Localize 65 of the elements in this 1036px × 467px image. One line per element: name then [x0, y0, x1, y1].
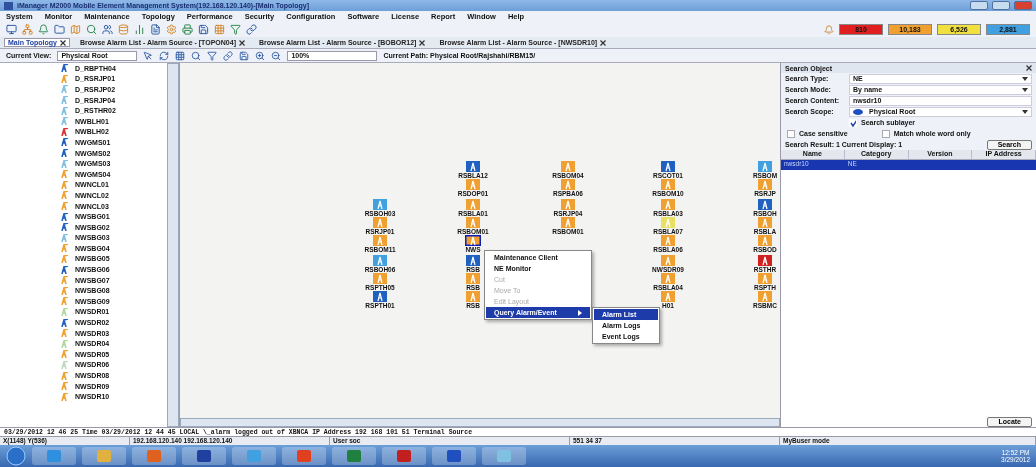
grid-icon[interactable] [214, 24, 225, 35]
link-icon[interactable] [223, 50, 234, 61]
app-icon [447, 450, 461, 462]
pointer-icon[interactable] [143, 50, 154, 61]
users-icon[interactable] [102, 24, 113, 35]
zoom-in-icon[interactable] [255, 50, 266, 61]
save-icon[interactable] [198, 24, 209, 35]
close-icon[interactable] [1026, 65, 1032, 71]
save-icon[interactable] [239, 50, 250, 61]
bell-icon[interactable] [824, 24, 834, 35]
ne-icon[interactable] [465, 255, 481, 266]
map-icon[interactable] [70, 24, 81, 35]
globe-icon [853, 108, 863, 115]
close-icon[interactable] [239, 39, 245, 46]
checkbox[interactable] [787, 129, 795, 138]
app-icon [497, 450, 511, 462]
app-icon [197, 450, 211, 462]
app-icon [47, 450, 61, 462]
taskbar-app[interactable] [332, 447, 376, 465]
zoom-out-icon[interactable] [271, 50, 282, 61]
ne-icon[interactable] [757, 255, 773, 266]
search-icon[interactable] [191, 50, 202, 61]
checkbox[interactable] [881, 129, 890, 138]
bell-icon[interactable] [38, 24, 49, 35]
app-icon [147, 450, 161, 462]
caret-icon [1022, 109, 1028, 114]
taskbar-app[interactable] [182, 447, 226, 465]
filter-icon[interactable] [207, 50, 218, 61]
app-icon [247, 450, 261, 462]
maximize-button[interactable] [992, 1, 1010, 10]
grid-icon[interactable] [175, 50, 186, 61]
close-icon[interactable] [59, 39, 66, 46]
ne-icon[interactable] [660, 161, 676, 172]
network-icon[interactable] [22, 24, 33, 35]
minimize-button[interactable] [970, 1, 988, 10]
folder-icon[interactable] [54, 24, 65, 35]
taskbar-app[interactable] [432, 447, 476, 465]
app-icon [347, 450, 361, 462]
scrollbar[interactable] [180, 418, 780, 427]
refresh-icon[interactable] [159, 50, 170, 61]
app-icon [97, 450, 111, 462]
checkbox[interactable] [849, 118, 857, 127]
close-icon[interactable] [419, 39, 426, 46]
ne-icon[interactable] [372, 291, 388, 302]
search-icon[interactable] [86, 24, 97, 35]
app-icon [297, 450, 311, 462]
scrollbar[interactable] [167, 63, 179, 427]
taskbar-app[interactable] [282, 447, 326, 465]
ne-icon[interactable] [465, 235, 481, 246]
app-icon [397, 450, 411, 462]
close-button[interactable] [1014, 1, 1032, 10]
bar-chart-icon[interactable] [134, 24, 145, 35]
taskbar-app[interactable] [382, 447, 426, 465]
database-icon[interactable] [118, 24, 129, 35]
start-button[interactable] [6, 446, 26, 466]
link-icon[interactable] [246, 24, 257, 35]
app-icon [4, 1, 13, 10]
ne-icon[interactable] [757, 199, 773, 210]
monitor-icon[interactable] [6, 24, 17, 35]
settings-icon[interactable] [166, 24, 177, 35]
printer-icon[interactable] [182, 24, 193, 35]
filter-icon[interactable] [230, 24, 241, 35]
close-icon[interactable] [600, 39, 607, 46]
ne-icon[interactable] [465, 161, 481, 172]
document-icon[interactable] [150, 24, 161, 35]
